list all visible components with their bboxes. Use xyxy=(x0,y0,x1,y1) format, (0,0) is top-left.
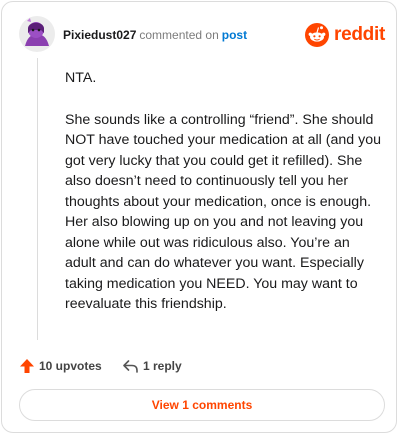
reddit-brand[interactable]: reddit xyxy=(305,22,385,48)
reply-count: 1 reply xyxy=(143,359,182,373)
avatar[interactable] xyxy=(19,16,55,52)
brand-wordmark: reddit xyxy=(334,24,385,45)
view-comments-button[interactable]: View 1 comments xyxy=(19,389,385,421)
upvote-button[interactable]: 10 upvotes xyxy=(19,355,102,377)
comment-card: Pixiedust027 commented on post reddit NTA.… xyxy=(1,1,397,433)
reddit-logo-icon xyxy=(305,23,330,47)
thread-line xyxy=(37,58,38,340)
reply-button[interactable]: 1 reply xyxy=(122,355,182,377)
comment-header: Pixiedust027 commented on post reddit xyxy=(19,16,385,52)
comment-body: NTA. She sounds like a controlling “frie… xyxy=(65,68,383,315)
commented-on-text: commented on xyxy=(139,28,219,42)
upvote-count: 10 upvotes xyxy=(39,359,102,373)
comment-actions: 10 upvotes 1 reply xyxy=(19,355,379,377)
comment-paragraph: NTA. xyxy=(65,70,97,86)
post-link[interactable]: post xyxy=(222,28,247,42)
avatar-icon xyxy=(19,16,55,52)
comment-meta: Pixiedust027 commented on post xyxy=(63,28,247,42)
reply-arrow-icon xyxy=(123,360,138,373)
username[interactable]: Pixiedust027 xyxy=(63,28,136,42)
upvote-arrow-icon xyxy=(20,359,34,373)
comment-paragraph: She sounds like a controlling “friend”. … xyxy=(65,111,381,313)
